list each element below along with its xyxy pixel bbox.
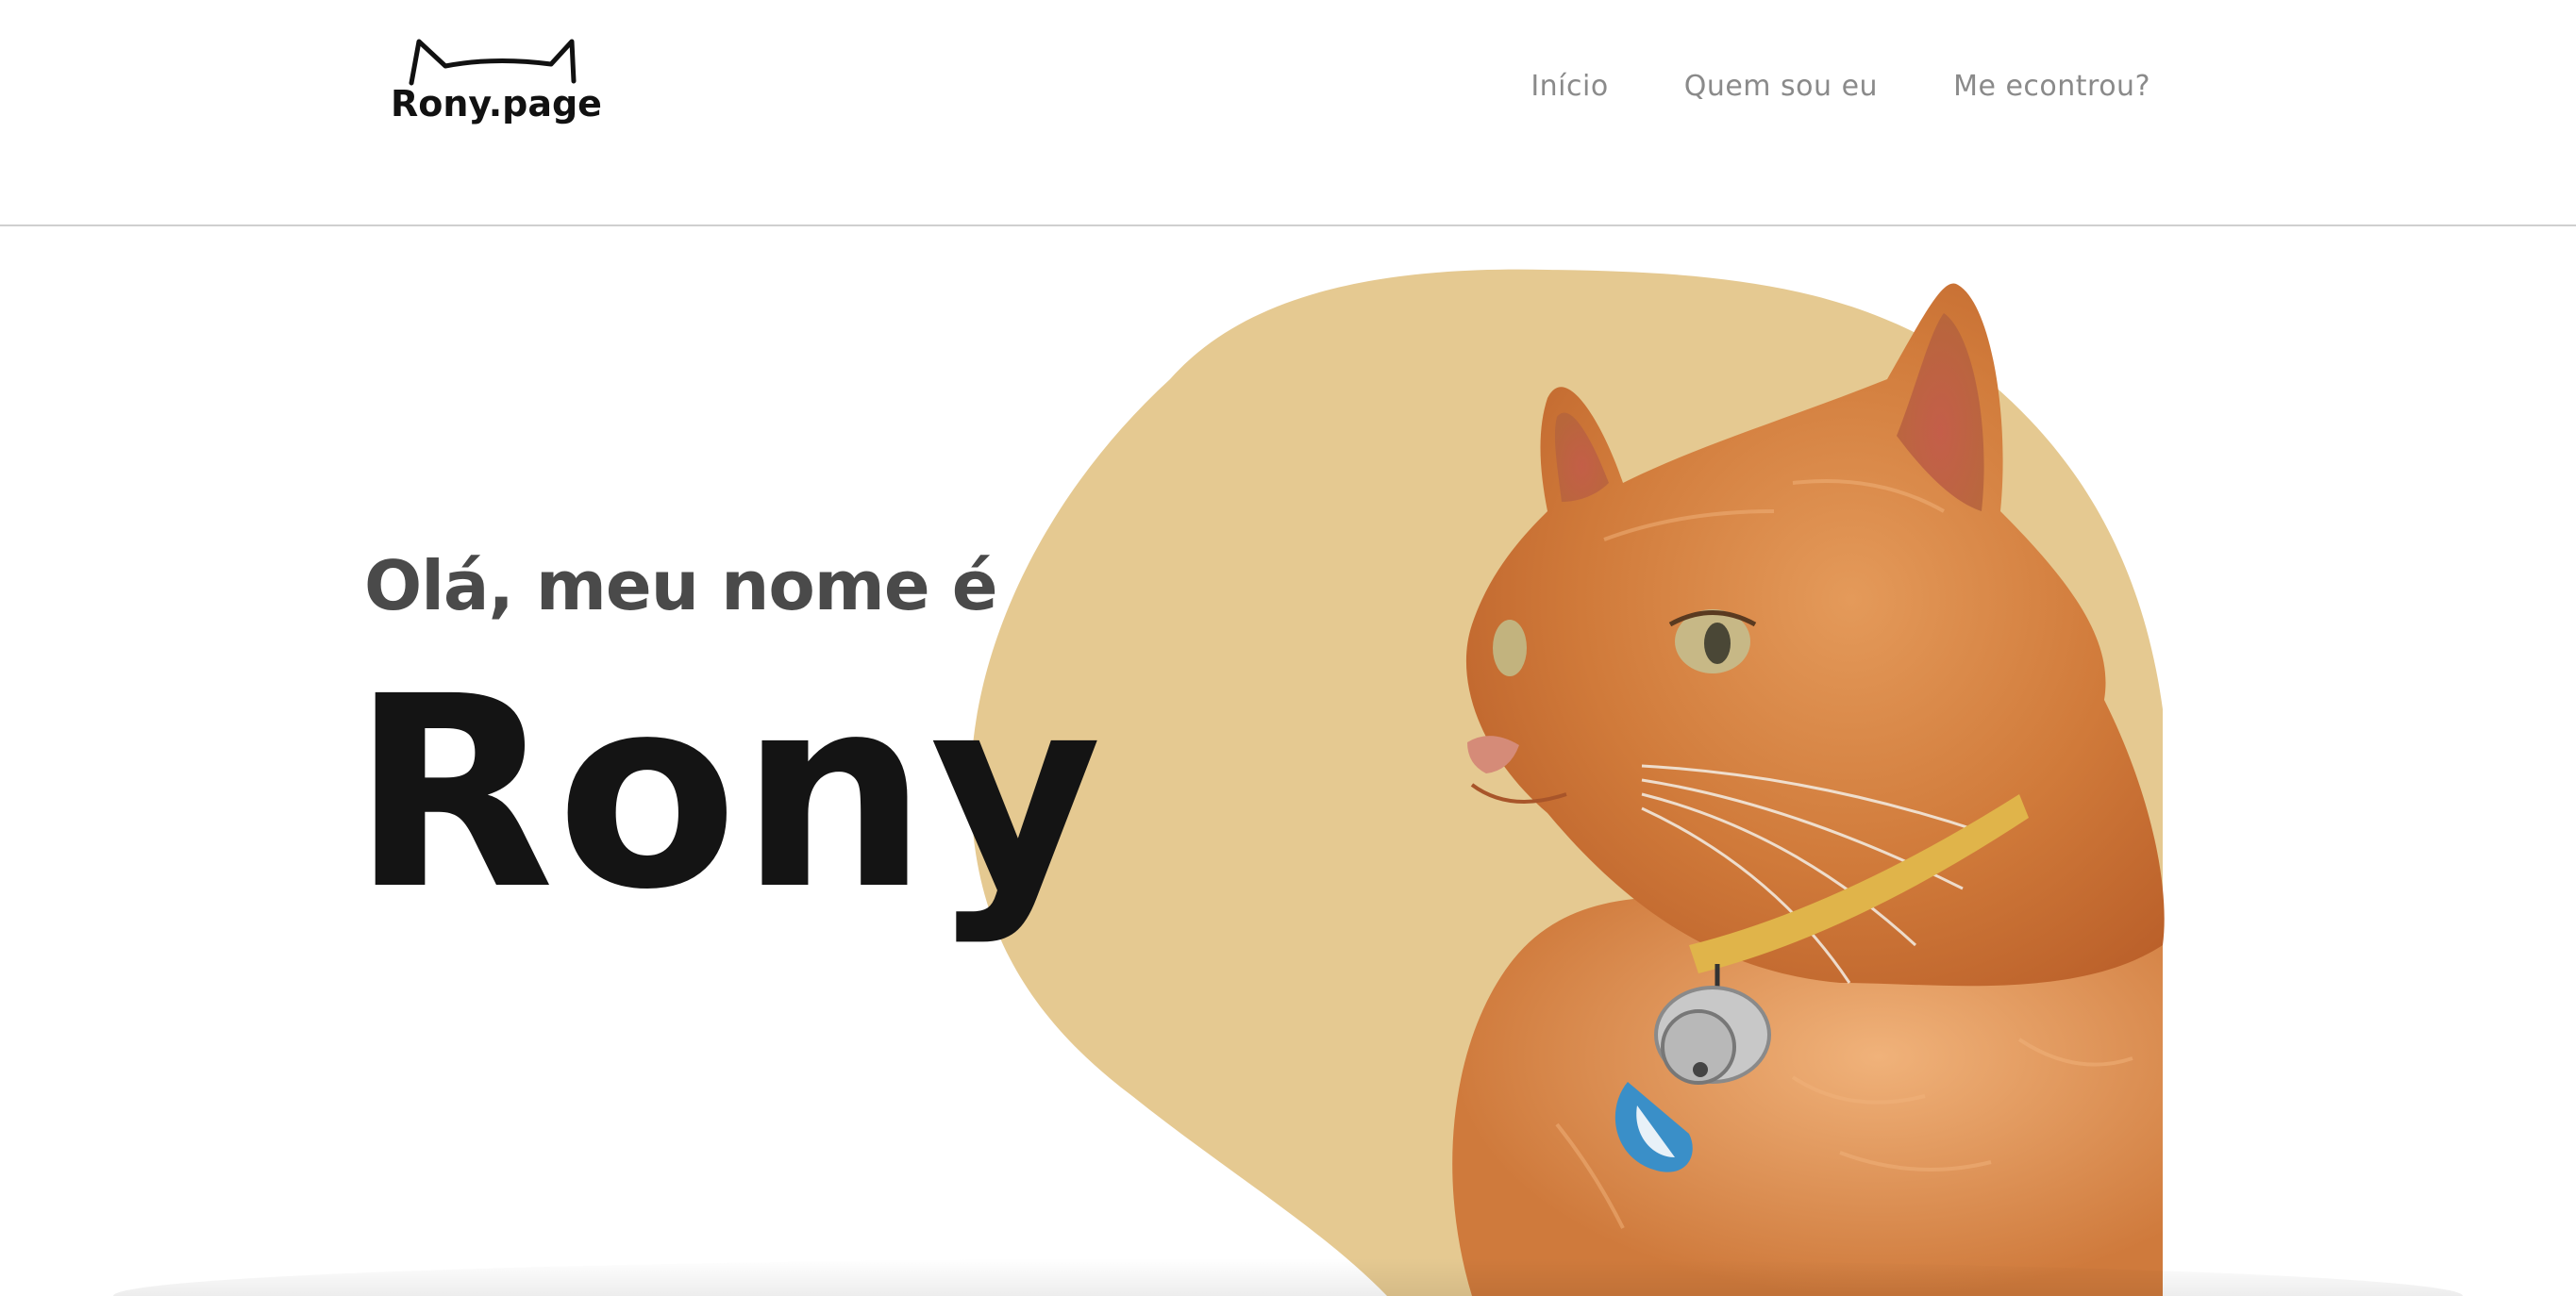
site-header: Rony.page Início Quem sou eu Me econtrou… — [0, 0, 2576, 226]
logo-text: Rony.page — [391, 83, 602, 125]
cat-ears-logo-icon — [409, 39, 577, 86]
main-nav: Início Quem sou eu Me econtrou? — [1531, 70, 2150, 103]
nav-link-inicio[interactable]: Início — [1531, 70, 1608, 103]
nav-link-me-encontrou[interactable]: Me econtrou? — [1953, 70, 2150, 103]
site-logo[interactable]: Rony.page — [387, 34, 602, 128]
nav-link-quem-sou-eu[interactable]: Quem sou eu — [1684, 70, 1878, 103]
hero-greeting: Olá, meu nome é — [364, 546, 998, 625]
hero-name: Rony — [351, 640, 1104, 948]
hero-section: Olá, meu nome é Rony — [0, 228, 2576, 1296]
